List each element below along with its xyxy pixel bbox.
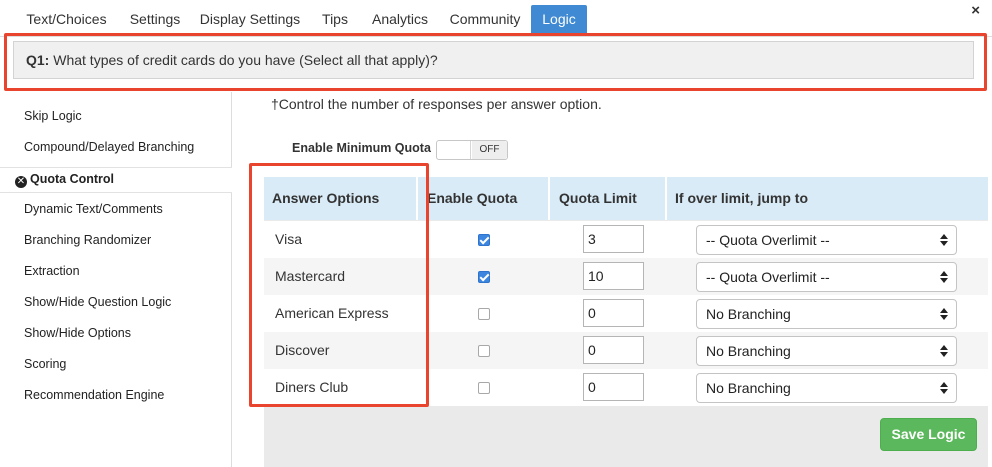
sidebar-item-recommendation-engine[interactable]: Recommendation Engine	[24, 388, 164, 402]
select-value: -- Quota Overlimit --	[706, 232, 830, 248]
sidebar-item-compound-branching[interactable]: Compound/Delayed Branching	[24, 140, 194, 154]
select-arrows-icon	[940, 270, 948, 284]
select-arrows-icon	[940, 344, 948, 358]
sidebar-item-dynamic-text[interactable]: Dynamic Text/Comments	[24, 202, 163, 216]
select-arrows-icon	[940, 307, 948, 321]
enable-quota-checkbox[interactable]	[478, 345, 490, 357]
tab-analytics[interactable]: Analytics	[365, 6, 435, 33]
sidebar-item-quota-control[interactable]: ✕ Quota Control	[15, 172, 114, 188]
enable-quota-checkbox[interactable]	[478, 308, 490, 320]
logic-sidebar: Skip Logic Compound/Delayed Branching ✕ Q…	[0, 92, 232, 467]
col-enable-quota: Enable Quota	[427, 190, 518, 206]
min-quota-label: Enable Minimum Quota	[292, 141, 431, 155]
enable-quota-checkbox[interactable]	[478, 271, 490, 283]
jump-to-select[interactable]: -- Quota Overlimit --	[696, 225, 957, 255]
quota-limit-input[interactable]	[583, 373, 644, 401]
save-logic-button[interactable]: Save Logic	[880, 418, 977, 451]
close-icon[interactable]: ×	[971, 2, 980, 19]
tab-text-choices[interactable]: Text/Choices	[16, 6, 117, 33]
select-value: No Branching	[706, 343, 791, 359]
quota-note: †Control the number of responses per ans…	[271, 96, 602, 112]
jump-to-select[interactable]: No Branching	[696, 299, 957, 329]
select-value: No Branching	[706, 306, 791, 322]
select-arrows-icon	[940, 233, 948, 247]
sidebar-item-skip-logic[interactable]: Skip Logic	[24, 109, 82, 123]
select-value: No Branching	[706, 380, 791, 396]
quota-limit-input[interactable]	[583, 262, 644, 290]
tab-settings[interactable]: Settings	[123, 6, 187, 33]
enable-quota-checkbox[interactable]	[478, 382, 490, 394]
toggle-state: OFF	[472, 141, 507, 159]
sidebar-item-show-hide-options[interactable]: Show/Hide Options	[24, 326, 131, 340]
jump-to-select[interactable]: -- Quota Overlimit --	[696, 262, 957, 292]
sidebar-item-branching-randomizer[interactable]: Branching Randomizer	[24, 233, 151, 247]
header-divider	[548, 177, 550, 220]
col-quota-limit: Quota Limit	[559, 190, 637, 206]
sidebar-item-show-hide-question[interactable]: Show/Hide Question Logic	[24, 295, 171, 309]
quota-limit-input[interactable]	[583, 299, 644, 327]
jump-to-select[interactable]: No Branching	[696, 373, 957, 403]
tab-display-settings[interactable]: Display Settings	[195, 6, 305, 33]
header-divider	[665, 177, 667, 220]
tab-tips[interactable]: Tips	[315, 6, 355, 33]
tab-community[interactable]: Community	[444, 6, 526, 33]
col-jump-to: If over limit, jump to	[675, 190, 809, 206]
tab-logic[interactable]: Logic	[531, 5, 587, 36]
quota-limit-input[interactable]	[583, 225, 644, 253]
close-circle-icon: ✕	[15, 176, 27, 188]
sidebar-item-label: Quota Control	[30, 172, 115, 186]
tab-bar: Text/Choices Settings Display Settings T…	[0, 0, 992, 37]
enable-quota-checkbox[interactable]	[478, 234, 490, 246]
question-highlight-box	[4, 33, 987, 91]
sidebar-item-extraction[interactable]: Extraction	[24, 264, 80, 278]
sidebar-item-scoring[interactable]: Scoring	[24, 357, 66, 371]
select-arrows-icon	[940, 381, 948, 395]
answer-options-highlight-box	[249, 163, 429, 407]
quota-limit-input[interactable]	[583, 336, 644, 364]
min-quota-toggle[interactable]: OFF	[436, 140, 508, 160]
jump-to-select[interactable]: No Branching	[696, 336, 957, 366]
toggle-knob	[437, 141, 471, 159]
select-value: -- Quota Overlimit --	[706, 269, 830, 285]
